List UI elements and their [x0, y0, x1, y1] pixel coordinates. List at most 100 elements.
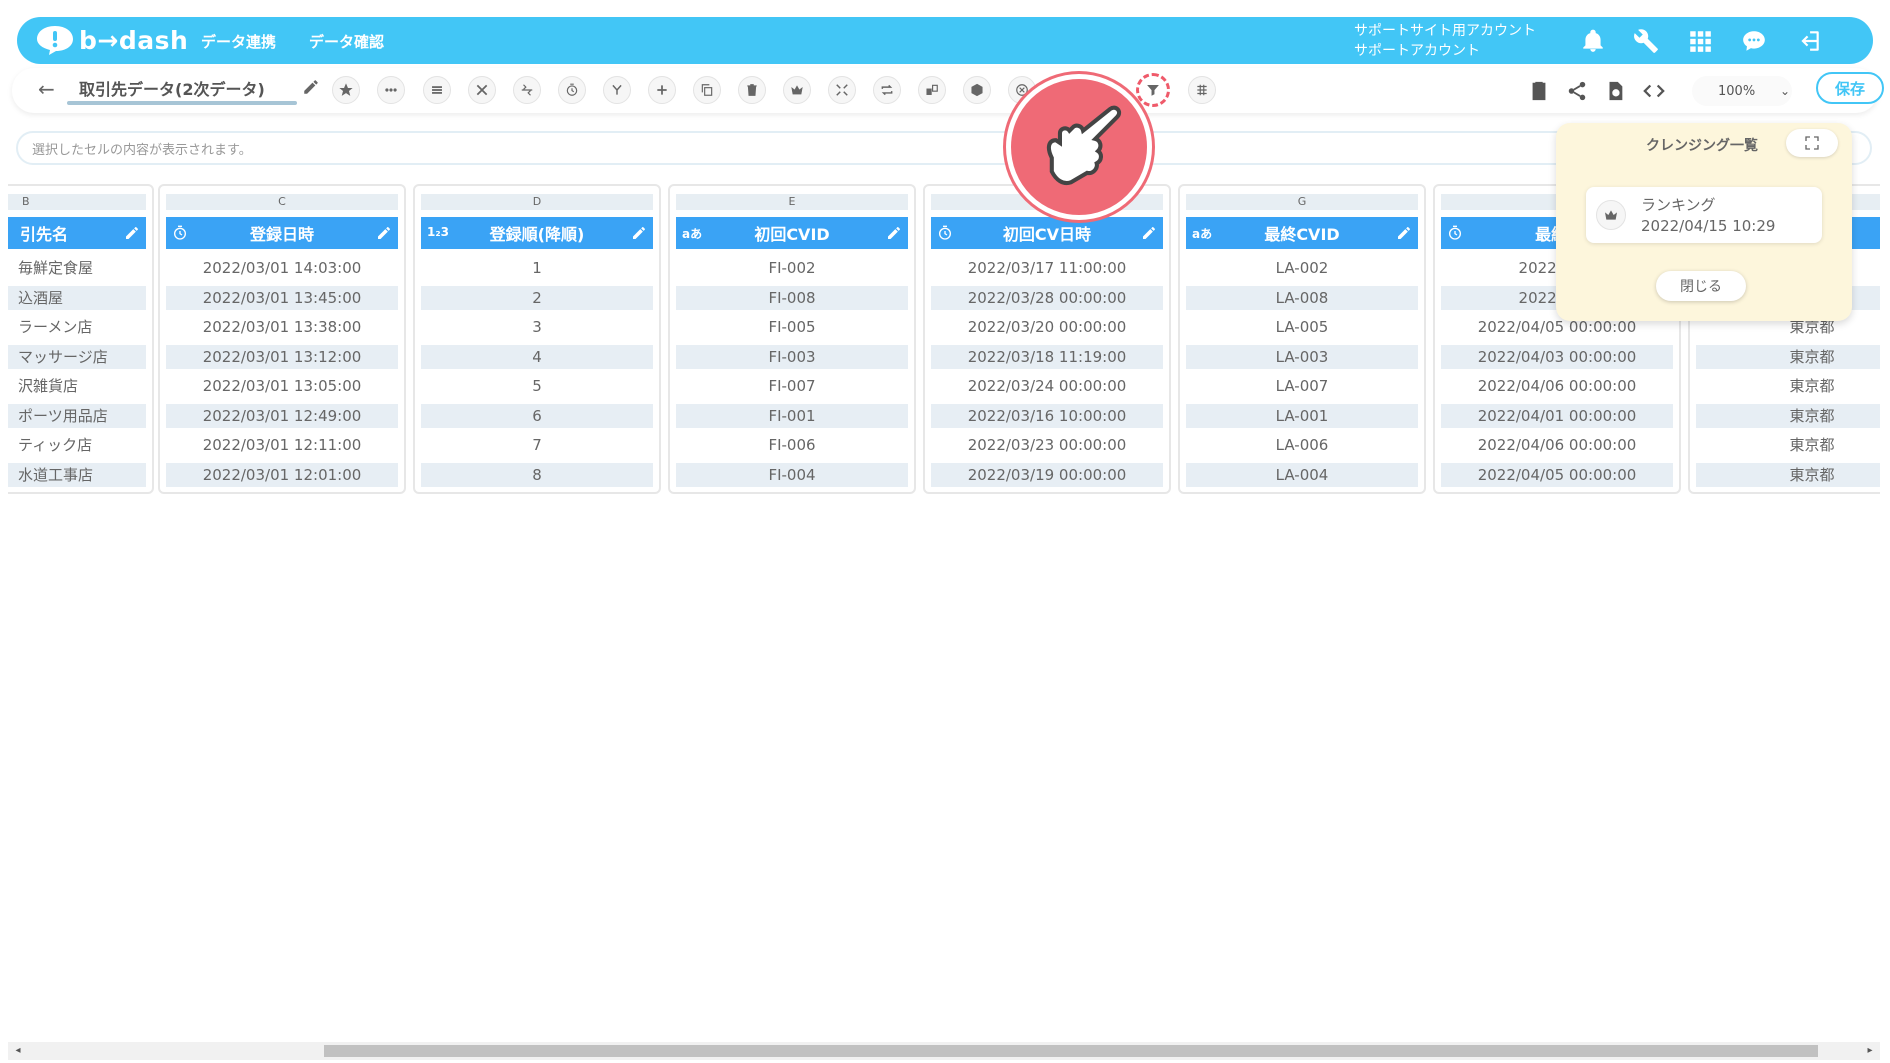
column-letter[interactable]: D: [421, 194, 653, 210]
table-cell[interactable]: LA-006: [1186, 433, 1418, 457]
table-cell[interactable]: ポーツ用品店: [8, 403, 146, 428]
table-cell[interactable]: 2022/03/01 14:03:00: [166, 256, 398, 280]
table-cell[interactable]: 2022/03/01 13:38:00: [166, 315, 398, 339]
table-cell[interactable]: 2022/03/20 00:00:00: [931, 315, 1163, 339]
table-cell[interactable]: 東京都: [1696, 462, 1880, 487]
grid-icon[interactable]: [1188, 76, 1216, 104]
column-letter[interactable]: C: [166, 194, 398, 210]
table-cell[interactable]: 8: [421, 462, 653, 487]
expand-icon[interactable]: [828, 76, 856, 104]
table-cell[interactable]: 2022/04/05 00:00:00: [1441, 462, 1673, 487]
share-icon[interactable]: [1563, 77, 1591, 105]
table-cell[interactable]: 2022/03/28 00:00:00: [931, 285, 1163, 310]
apps-grid-icon[interactable]: [1683, 24, 1717, 58]
table-cell[interactable]: 2022/03/01 13:12:00: [166, 344, 398, 369]
table-cell[interactable]: LA-007: [1186, 374, 1418, 398]
app-logo[interactable]: b→dash: [35, 24, 188, 56]
table-cell[interactable]: 込酒屋: [8, 285, 146, 310]
back-arrow-icon[interactable]: ←: [38, 78, 60, 100]
column-header[interactable]: 引先名: [8, 217, 146, 249]
horizontal-scrollbar[interactable]: ◂ ▸: [8, 1042, 1880, 1060]
table-cell[interactable]: 2: [421, 285, 653, 310]
chevron-down-icon[interactable]: ⌄: [1780, 84, 1790, 98]
table-cell[interactable]: 東京都: [1696, 374, 1880, 398]
fullscreen-icon[interactable]: [1786, 129, 1838, 157]
table-cell[interactable]: 2022/04/03 00:00:00: [1441, 344, 1673, 369]
cleansing-item[interactable]: ランキング 2022/04/15 10:29: [1586, 187, 1822, 243]
scrollbar-thumb[interactable]: [324, 1045, 1818, 1057]
table-cell[interactable]: LA-003: [1186, 344, 1418, 369]
table-cell[interactable]: 2022/04/06 00:00:00: [1441, 433, 1673, 457]
chat-icon[interactable]: [1737, 24, 1771, 58]
plus-icon[interactable]: [648, 76, 676, 104]
code-icon[interactable]: [1640, 77, 1668, 105]
table-cell[interactable]: 水道工事店: [8, 462, 146, 487]
table-cell[interactable]: 1: [421, 256, 653, 280]
table-cell[interactable]: 6: [421, 403, 653, 428]
table-cell[interactable]: 2022/03/19 00:00:00: [931, 462, 1163, 487]
trash-icon[interactable]: [738, 76, 766, 104]
table-cell[interactable]: 4: [421, 344, 653, 369]
table-cell[interactable]: 2022/03/17 11:00:00: [931, 256, 1163, 280]
bell-icon[interactable]: [1576, 24, 1610, 58]
column-header[interactable]: 登録日時: [166, 217, 398, 249]
table-cell[interactable]: 2022/03/01 12:11:00: [166, 433, 398, 457]
table-cell[interactable]: FI-008: [676, 285, 908, 310]
table-cell[interactable]: 3: [421, 315, 653, 339]
table-cell[interactable]: 2022/03/01 13:45:00: [166, 285, 398, 310]
table-cell[interactable]: FI-003: [676, 344, 908, 369]
logout-icon[interactable]: [1792, 24, 1826, 58]
loop-icon[interactable]: [873, 76, 901, 104]
list-icon[interactable]: [423, 76, 451, 104]
table-cell[interactable]: 東京都: [1696, 403, 1880, 428]
table-cell[interactable]: 5: [421, 374, 653, 398]
table-cell[interactable]: LA-002: [1186, 256, 1418, 280]
account-info[interactable]: サポートサイト用アカウント サポートアカウント: [1354, 21, 1536, 61]
merge-icon[interactable]: [603, 76, 631, 104]
table-cell[interactable]: 7: [421, 433, 653, 457]
timer-icon[interactable]: [558, 76, 586, 104]
table-cell[interactable]: 2022/03/16 10:00:00: [931, 403, 1163, 428]
table-cell[interactable]: LA-001: [1186, 403, 1418, 428]
pencil-icon[interactable]: [631, 225, 647, 241]
column-letter[interactable]: E: [676, 194, 908, 210]
compress-icon[interactable]: [513, 76, 541, 104]
table-cell[interactable]: FI-004: [676, 462, 908, 487]
nav-data-link[interactable]: データ連携: [201, 31, 276, 52]
scroll-right-icon[interactable]: ▸: [1864, 1045, 1876, 1057]
pencil-icon[interactable]: [124, 225, 140, 241]
star-icon[interactable]: [332, 76, 360, 104]
pencil-icon[interactable]: [1141, 225, 1157, 241]
pencil-icon[interactable]: [1396, 225, 1412, 241]
table-cell[interactable]: 2022/03/01 12:49:00: [166, 403, 398, 428]
tools-icon[interactable]: [468, 76, 496, 104]
table-cell[interactable]: 2022/04/01 00:00:00: [1441, 403, 1673, 428]
copy-icon[interactable]: [693, 76, 721, 104]
table-cell[interactable]: LA-004: [1186, 462, 1418, 487]
table-cell[interactable]: ティック店: [8, 433, 146, 457]
table-cell[interactable]: ラーメン店: [8, 315, 146, 339]
table-cell[interactable]: 東京都: [1696, 344, 1880, 369]
column-header[interactable]: 1₂3 登録順(降順): [421, 217, 653, 249]
close-button[interactable]: 閉じる: [1656, 271, 1746, 301]
table-cell[interactable]: FI-002: [676, 256, 908, 280]
clipboard-icon[interactable]: [1525, 77, 1553, 105]
column-header[interactable]: aあ 初回CVID: [676, 217, 908, 249]
column-letter[interactable]: B: [8, 194, 146, 210]
sheet-title[interactable]: 取引先データ(2次データ): [79, 76, 265, 100]
more-icon[interactable]: [377, 76, 405, 104]
table-cell[interactable]: 2022/03/23 00:00:00: [931, 433, 1163, 457]
zoom-select[interactable]: 100%: [1692, 76, 1792, 106]
pencil-icon[interactable]: [376, 225, 392, 241]
table-cell[interactable]: 東京都: [1696, 433, 1880, 457]
refresh-document-icon[interactable]: [1601, 77, 1629, 105]
pencil-icon[interactable]: [886, 225, 902, 241]
table-cell[interactable]: 2022/03/01 12:01:00: [166, 462, 398, 487]
column-header[interactable]: aあ 最終CVID: [1186, 217, 1418, 249]
column-header[interactable]: 初回CV日時: [931, 217, 1163, 249]
table-cell[interactable]: マッサージ店: [8, 344, 146, 369]
table-cell[interactable]: FI-006: [676, 433, 908, 457]
save-button[interactable]: 保存: [1816, 72, 1884, 104]
split-icon[interactable]: [918, 76, 946, 104]
nav-data-check[interactable]: データ確認: [309, 31, 384, 52]
